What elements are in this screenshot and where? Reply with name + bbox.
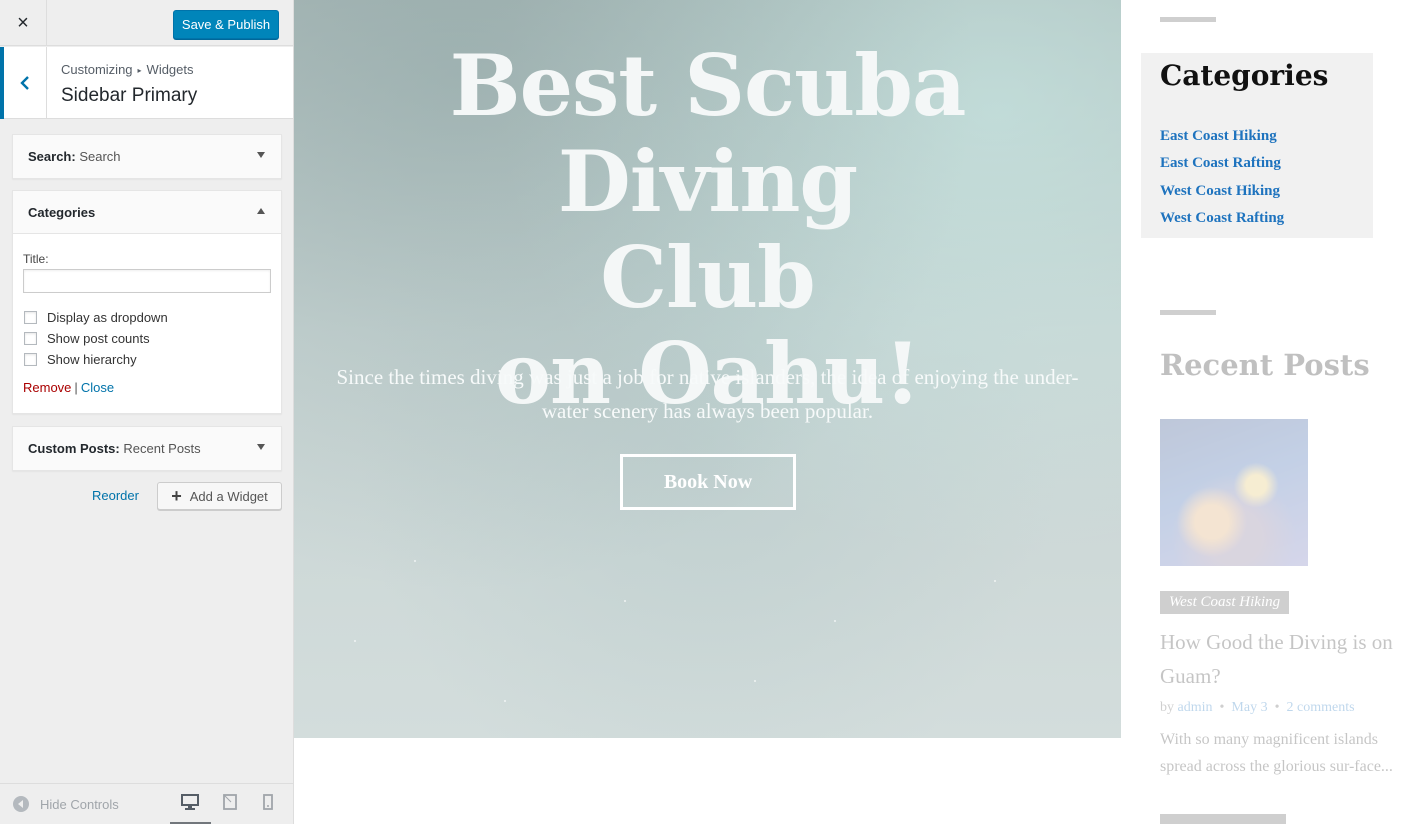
customizer-header: × Save & Publish: [0, 0, 293, 46]
category-link[interactable]: West Coast Rafting: [1160, 210, 1284, 227]
expand-arrow-icon[interactable]: [257, 152, 265, 158]
hero-description-line: water scenery has always been popular.: [541, 399, 874, 423]
post-meta: by admin • May 3 • 2 comments: [1160, 700, 1355, 716]
widget-custom-posts-header[interactable]: Custom Posts: Recent Posts: [13, 427, 281, 470]
category-link[interactable]: West Coast Hiking: [1160, 183, 1280, 200]
add-widget-label: Add a Widget: [189, 488, 268, 504]
hide-controls-button[interactable]: Hide Controls: [13, 796, 119, 812]
widget-custom-posts-name: Custom Posts:: [28, 441, 120, 456]
add-widget-button[interactable]: + Add a Widget: [157, 482, 282, 510]
close-customizer-button[interactable]: ×: [0, 0, 47, 46]
recent-posts-heading: Recent Posts: [1160, 348, 1370, 382]
post-category-badge[interactable]: West Coast Hiking: [1160, 591, 1290, 614]
post-comments-link[interactable]: 2 comments: [1286, 700, 1354, 715]
option-show-hierarchy[interactable]: Show hierarchy: [23, 349, 271, 370]
category-link[interactable]: East Coast Hiking: [1160, 128, 1277, 145]
tablet-preview-button[interactable]: [222, 793, 242, 815]
mobile-icon: [263, 794, 273, 810]
widget-categories-name: Categories: [28, 204, 96, 220]
meta-separator: •: [1219, 700, 1225, 715]
widget-divider: [1160, 17, 1216, 22]
widget-search-header[interactable]: Search: Search: [13, 135, 281, 178]
option-label: Display as dropdown: [47, 310, 168, 325]
collapse-arrow-icon[interactable]: [257, 208, 265, 214]
hero-title-line: Best Scuba Diving: [449, 36, 967, 231]
widget-custom-posts: Custom Posts: Recent Posts: [12, 426, 282, 471]
checkbox[interactable]: [24, 332, 37, 345]
desktop-preview-button[interactable]: [180, 793, 200, 815]
breadcrumb-section: Widgets: [146, 62, 194, 77]
option-display-dropdown[interactable]: Display as dropdown: [23, 307, 271, 328]
checkbox[interactable]: [24, 311, 37, 324]
reorder-link[interactable]: Reorder: [92, 488, 139, 503]
post-excerpt: With so many magnificent islands spread …: [1160, 731, 1393, 775]
section-title: Sidebar Primary: [61, 85, 198, 106]
post-thumbnail[interactable]: [1160, 419, 1308, 566]
expand-arrow-icon[interactable]: [257, 444, 265, 450]
hero-description-line: Since the times diving was just a job fo…: [336, 365, 1079, 389]
widget-categories-header[interactable]: Categories: [13, 191, 281, 234]
post-title[interactable]: How Good the Diving is on Guam?: [1160, 625, 1405, 693]
hide-controls-label: Hide Controls: [40, 796, 119, 812]
category-link[interactable]: East Coast Rafting: [1160, 155, 1281, 172]
widget-categories: Categories Title: Display as dropdown Sh…: [12, 190, 282, 414]
option-label: Show post counts: [47, 331, 150, 346]
meta-separator: •: [1274, 700, 1280, 715]
book-now-button[interactable]: Book Now: [620, 454, 796, 510]
section-header: Customizing ▸ Widgets Sidebar Primary: [0, 47, 293, 119]
preview-sidebar: Categories East Coast Hiking East Coast …: [1121, 0, 1411, 824]
option-label: Show hierarchy: [47, 352, 137, 367]
widget-search-subtitle: Search: [79, 149, 121, 164]
checkbox[interactable]: [24, 353, 37, 366]
title-input[interactable]: [23, 269, 271, 293]
site-preview: Best Scuba Diving Club on Oahu! Since th…: [294, 0, 1411, 824]
back-button[interactable]: [0, 47, 47, 119]
post-author-link[interactable]: admin: [1178, 700, 1213, 715]
widget-categories-body: Title: Display as dropdown Show post cou…: [13, 234, 281, 395]
tablet-icon: [223, 794, 237, 810]
breadcrumb: Customizing ▸ Widgets: [61, 62, 194, 77]
title-label: Title:: [23, 252, 49, 266]
customizer-panel: × Save & Publish Customizing ▸ Widgets Sid…: [0, 0, 294, 824]
option-show-post-counts[interactable]: Show post counts: [23, 328, 271, 349]
actions-separator: |: [74, 380, 78, 395]
post-by: by: [1160, 700, 1174, 715]
hero-section: Best Scuba Diving Club on Oahu! Since th…: [294, 0, 1121, 738]
plus-icon: +: [171, 486, 182, 506]
post-date-link[interactable]: May 3: [1231, 700, 1267, 715]
mobile-preview-button[interactable]: [262, 793, 282, 815]
breadcrumb-separator-icon: ▸: [137, 66, 142, 75]
categories-heading: Categories: [1160, 59, 1329, 92]
hero-description: Since the times diving was just a job fo…: [314, 360, 1101, 428]
breadcrumb-root: Customizing: [61, 62, 133, 77]
close-link[interactable]: Close: [81, 380, 114, 395]
recent-posts-widget-preview: Recent Posts West Coast Hiking How Good …: [1121, 300, 1411, 824]
widget-search: Search: Search: [12, 134, 282, 179]
widget-actions: Remove | Close: [23, 380, 271, 395]
chevron-left-icon: [20, 76, 29, 90]
save-publish-button[interactable]: Save & Publish: [173, 10, 279, 39]
hero-title-line: Club: [600, 228, 816, 327]
close-icon: ×: [17, 11, 29, 34]
collapse-arrow-circle-icon: [13, 796, 29, 812]
customizer-footer: Hide Controls: [0, 783, 293, 824]
read-more-button[interactable]: [1160, 814, 1286, 824]
widget-search-name: Search:: [28, 149, 76, 164]
remove-link[interactable]: Remove: [23, 380, 71, 395]
categories-widget-preview: Categories East Coast Hiking East Coast …: [1141, 53, 1373, 238]
widget-custom-posts-subtitle: Recent Posts: [123, 441, 201, 456]
desktop-icon: [181, 794, 199, 810]
